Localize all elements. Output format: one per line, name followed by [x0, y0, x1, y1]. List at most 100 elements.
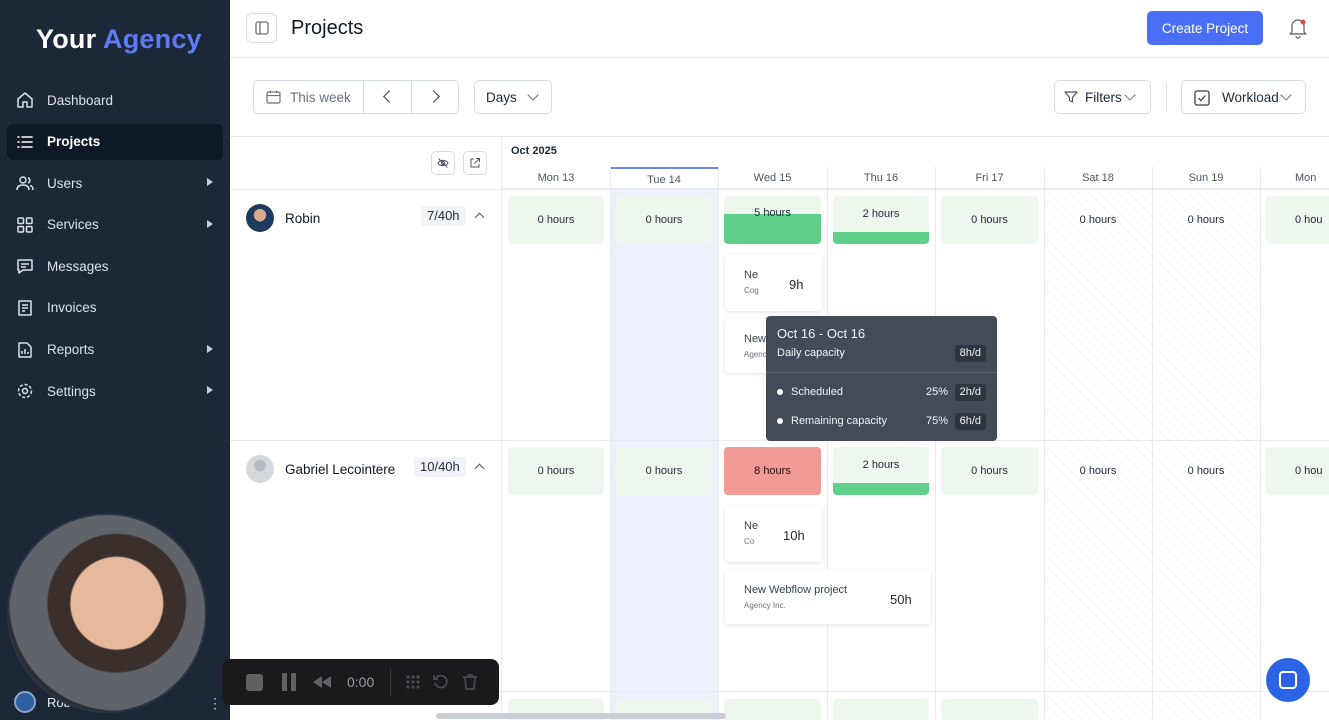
- hide-button[interactable]: [431, 151, 455, 175]
- filters-dropdown[interactable]: Filters: [1054, 80, 1151, 114]
- day-header[interactable]: Mon: [1260, 167, 1329, 189]
- more-vertical-icon[interactable]: ⋮: [208, 695, 222, 712]
- workload-dropdown[interactable]: Workload: [1181, 80, 1306, 114]
- sidebar-item-users[interactable]: Users: [7, 165, 223, 201]
- workload-cell[interactable]: 0 hours: [1050, 447, 1146, 495]
- task-client: Cog: [744, 286, 759, 295]
- avatar: [14, 691, 36, 713]
- day-header[interactable]: Wed 15: [718, 167, 827, 189]
- view-range-dropdown[interactable]: Days: [474, 80, 552, 114]
- workload-cell[interactable]: 0 hours: [1050, 196, 1146, 244]
- workload-cell-over-capacity[interactable]: 8 hours: [724, 447, 821, 495]
- day-header[interactable]: Tue 14: [610, 167, 718, 189]
- column-divider: [1044, 167, 1045, 720]
- capacity-badge: 10/40h: [414, 457, 466, 477]
- sidebar-item-label: Settings: [47, 383, 96, 399]
- tooltip-capacity-value: 8h/d: [954, 345, 986, 362]
- day-header[interactable]: Mon 13: [502, 167, 610, 189]
- filter-icon: [1064, 91, 1078, 103]
- workload-cell[interactable]: 0 hours: [941, 447, 1038, 495]
- workload-cell[interactable]: 0 hours: [508, 196, 604, 244]
- previous-week-button[interactable]: [364, 81, 412, 113]
- workload-cell[interactable]: 0 hou: [1266, 196, 1329, 244]
- chevron-down-icon: [527, 89, 539, 101]
- sidebar-item-label: Dashboard: [47, 92, 114, 108]
- chevron-down-icon: [1280, 89, 1292, 101]
- recorder-divider: [390, 668, 391, 696]
- workload-cell[interactable]: 2 hours: [833, 447, 929, 495]
- person-name: Gabriel Lecointere: [285, 461, 396, 477]
- report-icon: [18, 341, 32, 358]
- person-name: Robin: [285, 210, 321, 226]
- eye-off-icon: [437, 158, 449, 168]
- workload-cell[interactable]: [724, 699, 821, 720]
- next-week-button[interactable]: [412, 81, 458, 113]
- column-divider: [718, 167, 719, 720]
- chevron-left-icon: [383, 90, 396, 103]
- trash-icon[interactable]: [461, 673, 479, 691]
- remaining-dot-icon: [777, 418, 783, 424]
- rewind-icon[interactable]: [312, 673, 332, 691]
- sidebar-item-label: Services: [47, 217, 99, 233]
- tooltip-date-range: Oct 16 - Oct 16: [777, 326, 866, 341]
- stop-icon[interactable]: [246, 674, 263, 691]
- message-icon: [17, 259, 33, 275]
- logo[interactable]: Your Agency: [36, 24, 202, 55]
- export-button[interactable]: [463, 151, 487, 175]
- workload-cell[interactable]: 5 hours: [724, 196, 821, 244]
- day-header[interactable]: Sun 19: [1152, 167, 1260, 189]
- this-week-button[interactable]: This week: [254, 81, 364, 113]
- drag-handle-icon[interactable]: [404, 673, 422, 691]
- day-header[interactable]: Thu 16: [827, 167, 935, 189]
- capacity-badge: 7/40h: [421, 206, 466, 226]
- create-project-button[interactable]: Create Project: [1147, 11, 1263, 45]
- restart-icon[interactable]: [432, 673, 450, 691]
- task-card[interactable]: Ne Cog 9h: [725, 255, 822, 311]
- chat-support-button[interactable]: [1266, 658, 1310, 702]
- tooltip-divider: [766, 372, 997, 373]
- task-card[interactable]: New Webflow project Agency Inc. 50h: [725, 570, 931, 624]
- notification-bell-icon[interactable]: [1288, 17, 1308, 39]
- workload-cell[interactable]: 0 hours: [941, 196, 1038, 244]
- sidebar-item-invoices[interactable]: Invoices: [7, 290, 223, 326]
- workload-cell[interactable]: 0 hours: [1158, 447, 1254, 495]
- workload-cell[interactable]: 0 hou: [1266, 447, 1329, 495]
- person-row-header[interactable]: Robin: [246, 204, 320, 232]
- day-header[interactable]: Fri 17: [935, 167, 1044, 189]
- workload-cell[interactable]: 0 hours: [616, 447, 712, 495]
- scheduled-dot-icon: [777, 389, 783, 395]
- pause-icon[interactable]: [282, 673, 296, 691]
- sidebar-item-reports[interactable]: Reports: [7, 332, 223, 368]
- tooltip-scheduled-label: Scheduled: [791, 386, 843, 398]
- column-divider: [827, 167, 828, 720]
- users-icon: [16, 176, 34, 191]
- task-name: Ne: [744, 520, 759, 532]
- chevron-down-icon: [1124, 89, 1136, 101]
- workload-cell[interactable]: 0 hours: [508, 447, 604, 495]
- workload-cell[interactable]: [941, 699, 1038, 720]
- tooltip-remaining-pct: 75%: [926, 415, 949, 427]
- person-row-header[interactable]: Gabriel Lecointere: [246, 455, 395, 483]
- workload-cell[interactable]: 2 hours: [833, 196, 929, 244]
- sidebar-item-messages[interactable]: Messages: [7, 248, 223, 284]
- checkbox-icon: [1194, 90, 1210, 106]
- task-name: New Webflow project: [744, 584, 848, 596]
- sidebar-item-settings[interactable]: Settings: [7, 373, 223, 409]
- submenu-arrow-icon: [207, 219, 213, 228]
- submenu-arrow-icon: [207, 178, 213, 187]
- collapse-sidebar-button[interactable]: [246, 13, 277, 43]
- month-label: Oct 2025: [511, 145, 557, 157]
- task-card[interactable]: Ne Co 10h: [725, 506, 822, 562]
- sidebar-item-dashboard[interactable]: Dashboard: [7, 82, 223, 118]
- workload-cell[interactable]: 0 hours: [616, 196, 712, 244]
- workload-cell[interactable]: [833, 699, 929, 720]
- horizontal-scrollbar[interactable]: [436, 713, 726, 719]
- day-header[interactable]: Sat 18: [1044, 167, 1152, 189]
- tooltip-scheduled-value: 2h/d: [954, 384, 986, 401]
- page-header: Projects Create Project: [230, 0, 1329, 58]
- sidebar-item-projects[interactable]: Projects: [7, 123, 223, 160]
- sidebar-item-label: Projects: [47, 134, 101, 150]
- workload-cell[interactable]: 0 hours: [1158, 196, 1254, 244]
- task-client: Co: [744, 537, 755, 546]
- sidebar-item-services[interactable]: Services: [7, 207, 223, 243]
